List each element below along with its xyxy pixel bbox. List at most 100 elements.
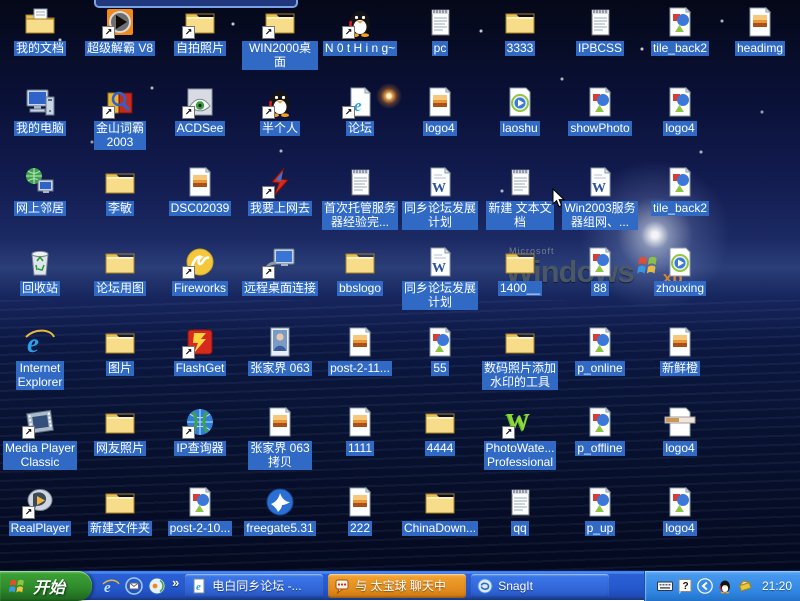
desktop-icon[interactable]: eInternet Explorer — [2, 326, 78, 391]
desktop-icon[interactable]: 网上邻居 — [2, 166, 78, 217]
desktop-icon[interactable]: 张家界 063 拷贝 — [242, 406, 318, 471]
desktop-icon[interactable]: 图片 — [82, 326, 158, 377]
desktop-icon[interactable]: ↗Fireworks — [162, 246, 238, 297]
desktop-icon[interactable]: 新鲜橙 — [642, 326, 718, 377]
folder-icon — [424, 486, 456, 518]
desktop-icon[interactable]: ↗ACDSee — [162, 86, 238, 137]
desktop-icon[interactable]: showPhoto — [562, 86, 638, 137]
desktop-icon[interactable]: ↗N 0 t H i n g~ — [322, 6, 398, 57]
desktop-icon[interactable]: headimg — [722, 6, 798, 57]
desktop-icon[interactable]: p_up — [562, 486, 638, 537]
desktop-icon[interactable]: ↗远程桌面连接 — [242, 246, 318, 297]
notepad-icon — [504, 166, 536, 198]
desktop-icon[interactable]: 55 — [402, 326, 478, 377]
desktop-icon[interactable]: 数码照片添加 水印的工具 — [482, 326, 558, 391]
imgfile-icon — [584, 326, 616, 358]
taskbar-button[interactable]: e电白同乡论坛 -... — [185, 574, 323, 598]
desktop-icon[interactable]: ↗IP查询器 — [162, 406, 238, 457]
desktop-icon-label: 新建 文本文 档 — [486, 201, 553, 230]
desktop-icon[interactable]: 网友照片 — [82, 406, 158, 457]
desktop-icon[interactable]: e↗论坛 — [322, 86, 398, 137]
taskbar-button[interactable]: 与 太宝球 聊天中 — [328, 574, 466, 598]
tray-gold-badge-icon[interactable] — [737, 578, 753, 594]
imgfile-icon — [584, 486, 616, 518]
desktop-icon[interactable]: logo4 — [642, 406, 718, 457]
desktop-icon[interactable]: 张家界 063 — [242, 326, 318, 377]
desktop-icon[interactable]: pc — [402, 6, 478, 57]
desktop-icon-label: 我的电脑 — [14, 121, 66, 136]
desktop-icon[interactable]: bbslogo — [322, 246, 398, 297]
desktop-icon[interactable]: ↗金山词霸 2003 — [82, 86, 158, 151]
dictionary-icon: ↗ — [104, 86, 136, 118]
desktop-icon[interactable]: qq — [482, 486, 558, 537]
desktop-icon-label: tile_back2 — [651, 201, 709, 216]
tray-collapse-chevron-icon[interactable] — [697, 578, 713, 594]
desktop-icon[interactable]: ↗FlashGet — [162, 326, 238, 377]
desktop-icon[interactable]: 论坛用图 — [82, 246, 158, 297]
desktop-icon[interactable]: tile_back2 — [642, 166, 718, 217]
start-button[interactable]: 开始 — [0, 571, 92, 601]
desktop-icon[interactable]: 4444 — [402, 406, 478, 457]
tray-keyboard-icon[interactable] — [657, 578, 673, 594]
desktop-icon[interactable]: laoshu — [482, 86, 558, 137]
desktop-icon[interactable]: 3333 — [482, 6, 558, 57]
desktop-icon[interactable]: p_offline — [562, 406, 638, 457]
screen: Microsoft Windows xp 我的文档↗超级解霸 V8↗自拍照片↗W… — [0, 0, 800, 600]
taskbar-button-label: 与 太宝球 聊天中 — [355, 577, 446, 594]
tray-qq-icon[interactable] — [717, 578, 733, 594]
desktop-icon[interactable]: 回收站 — [2, 246, 78, 297]
desktop-icon[interactable]: ↗我要上网去 — [242, 166, 318, 217]
desktop-icon[interactable]: WWin2003服务 器组网、... — [562, 166, 638, 231]
desktop-icon[interactable]: logo4 — [642, 86, 718, 137]
shortcut-arrow-overlay: ↗ — [262, 266, 275, 279]
desktop-icon[interactable]: 88 — [562, 246, 638, 297]
desktop-icon-label: qq — [511, 521, 528, 536]
desktop-icon[interactable]: zhouxing — [642, 246, 718, 297]
desktop-wallpaper[interactable]: Microsoft Windows xp 我的文档↗超级解霸 V8↗自拍照片↗W… — [0, 0, 800, 570]
taskbar-button[interactable]: SnagIt — [471, 574, 609, 598]
desktop-icon[interactable]: IPBCSS — [562, 6, 638, 57]
desktop-icon[interactable]: 首次托管服务 器经验完... — [322, 166, 398, 231]
desktop-icon[interactable]: 新建 文本文 档 — [482, 166, 558, 231]
desktop-icon[interactable]: ChinaDown... — [402, 486, 478, 537]
desktop-icon-label: 网上邻居 — [14, 201, 66, 216]
desktop-icon[interactable]: 1111 — [322, 406, 398, 457]
desktop-icon[interactable]: post-2-10... — [162, 486, 238, 537]
desktop-icon[interactable]: 我的电脑 — [2, 86, 78, 137]
desktop-icon-label: ACDSee — [175, 121, 226, 136]
desktop-icon[interactable]: 我的文档 — [2, 6, 78, 57]
desktop-icon-label: 图片 — [106, 361, 134, 376]
tray-input-help-icon[interactable]: ? — [677, 578, 693, 594]
desktop-icon[interactable]: ↗半个人 — [242, 86, 318, 137]
desktop-icon[interactable]: W同乡论坛发展 计划 — [402, 246, 478, 311]
desktop-icon[interactable]: ↗Media Player Classic — [2, 406, 78, 471]
desktop-icon[interactable]: ↗RealPlayer — [2, 486, 78, 537]
desktop-icon[interactable]: freegate5.31 — [242, 486, 318, 537]
desktop-icon-label: post-2-10... — [168, 521, 233, 536]
desktop-icon[interactable]: WW↗PhotoWate... Professional — [482, 406, 558, 471]
desktop-icon[interactable]: logo4 — [402, 86, 478, 137]
desktop-icon[interactable]: logo4 — [642, 486, 718, 537]
quick-launch-internet-explorer-icon[interactable]: e — [102, 577, 120, 595]
desktop-icon[interactable]: W同乡论坛发展 计划 — [402, 166, 478, 231]
quick-launch-windows-media-player-icon[interactable] — [148, 577, 166, 595]
desktop-icon[interactable]: p_online — [562, 326, 638, 377]
quick-launch-overflow-chevron[interactable]: » — [172, 575, 179, 590]
desktop-icon-label: 张家界 063 — [248, 361, 311, 376]
quick-launch-outlook-express-icon[interactable] — [125, 577, 143, 595]
desktop-icon[interactable]: DSC02039 — [162, 166, 238, 217]
desktop-icon[interactable]: tile_back2 — [642, 6, 718, 57]
desktop-icon[interactable]: 李敏 — [82, 166, 158, 217]
desktop-icon-label: PhotoWate... Professional — [484, 441, 557, 470]
realplayer-icon: ↗ — [24, 486, 56, 518]
desktop-icon[interactable]: 1400__ — [482, 246, 558, 297]
desktop-icon[interactable]: 222 — [322, 486, 398, 537]
desktop-icon[interactable]: post-2-11... — [322, 326, 398, 377]
desktop-icon[interactable]: 新建文件夹 — [82, 486, 158, 537]
desktop-icon[interactable]: ↗自拍照片 — [162, 6, 238, 57]
folder-icon — [504, 326, 536, 358]
desktop-icon[interactable]: ↗超级解霸 V8 — [82, 6, 158, 57]
desktop-icon[interactable]: ↗WIN2000桌面 — [242, 6, 318, 71]
taskbar-buttons: e电白同乡论坛 -... 与 太宝球 聊天中 SnagIt — [185, 574, 644, 598]
desktop-icon-label: logo4 — [663, 121, 696, 136]
